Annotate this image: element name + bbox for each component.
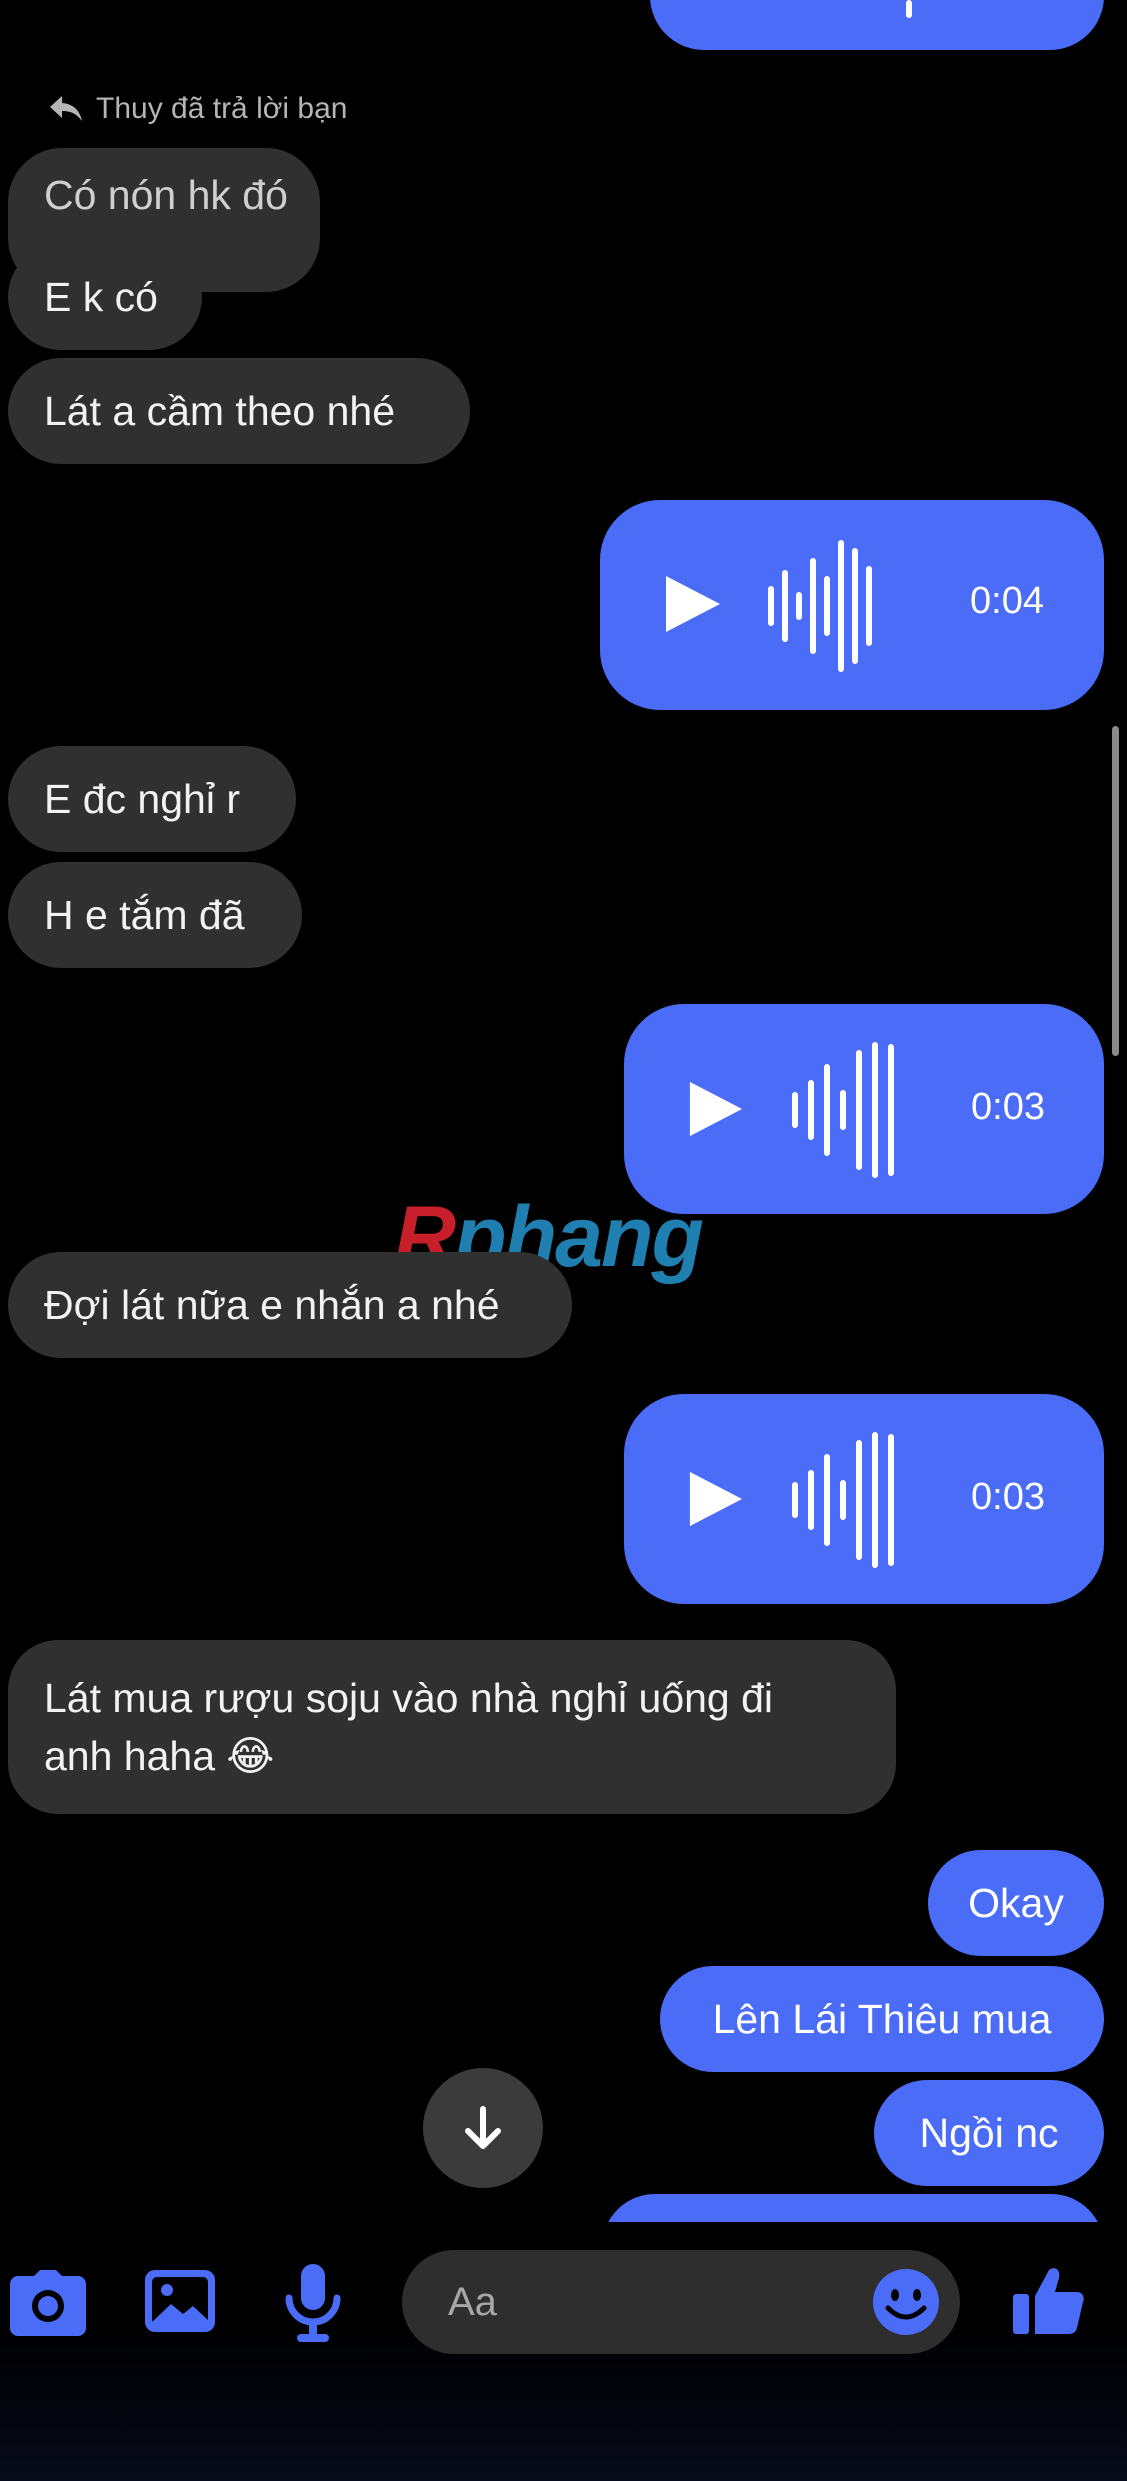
outgoing-voice-message[interactable]: 0:03	[624, 1004, 1104, 1214]
message-text: Lên Lái Thiêu mua	[712, 1995, 1052, 2042]
play-icon[interactable]	[686, 1470, 744, 1528]
voice-duration: 0:04	[970, 580, 1044, 622]
scrollbar[interactable]	[1112, 726, 1119, 1056]
outgoing-voice-message[interactable]: 0:04	[600, 500, 1104, 710]
message-text-line: anh haha 😂	[44, 1732, 275, 1779]
voice-record-button[interactable]	[282, 2262, 344, 2344]
message-text-line: Lát mua rượu soju vào nhà nghỉ uống đi	[44, 1674, 774, 1721]
message-text: Lát a cầm theo nhé	[44, 387, 396, 434]
reply-icon	[50, 96, 82, 121]
outgoing-message[interactable]: Ngồi nc	[874, 2080, 1104, 2186]
play-icon[interactable]	[662, 574, 722, 634]
incoming-message[interactable]: E đc nghỉ r	[8, 746, 296, 852]
waveform-icon	[792, 1042, 894, 1178]
camera-icon	[10, 2270, 86, 2336]
play-icon[interactable]	[686, 1080, 744, 1138]
emoji-icon[interactable]	[872, 2268, 940, 2336]
message-text: Okay	[968, 1879, 1064, 1926]
incoming-message[interactable]: Lát a cầm theo nhé	[8, 358, 470, 464]
outgoing-voice-message-partial[interactable]	[650, 0, 1104, 50]
microphone-icon	[285, 2264, 341, 2342]
message-text: Đợi lát nữa e nhắn a nhé	[44, 1281, 500, 1328]
message-text: E k có	[44, 273, 158, 320]
gallery-button[interactable]	[144, 2266, 216, 2336]
waveform-icon	[792, 1432, 894, 1568]
outgoing-message[interactable]: Lên Lái Thiêu mua	[660, 1966, 1104, 2072]
voice-duration: 0:03	[971, 1476, 1045, 1518]
message-input[interactable]: Aa	[402, 2250, 960, 2354]
image-icon	[145, 2270, 215, 2332]
camera-button[interactable]	[8, 2266, 88, 2340]
waveform-icon	[768, 540, 872, 672]
scroll-to-bottom-button[interactable]	[423, 2068, 543, 2188]
incoming-message[interactable]: Lát mua rượu soju vào nhà nghỉ uống đi a…	[8, 1640, 896, 1814]
message-text: Có nón hk đó	[44, 172, 288, 218]
outgoing-voice-message[interactable]: 0:03	[624, 1394, 1104, 1604]
message-text: Ngồi nc	[919, 2109, 1059, 2156]
incoming-message[interactable]: E k có	[8, 244, 202, 350]
reply-label-text: Thuy đã trả lời bạn	[96, 92, 348, 125]
message-text: E đc nghỉ r	[44, 775, 240, 822]
like-button[interactable]	[1012, 2262, 1086, 2338]
thumbs-up-icon	[1013, 2268, 1084, 2334]
voice-duration: 0:03	[971, 1086, 1045, 1128]
message-input-placeholder: Aa	[448, 2279, 497, 2324]
incoming-message[interactable]: H e tắm đã	[8, 862, 302, 968]
arrow-down-icon	[465, 2106, 501, 2149]
waveform-icon	[906, 0, 912, 18]
incoming-message[interactable]: Đợi lát nữa e nhắn a nhé	[8, 1252, 572, 1358]
message-text: H e tắm đã	[44, 891, 245, 938]
reply-indicator: Thuy đã trả lời bạn	[48, 92, 347, 126]
outgoing-message[interactable]: Okay	[928, 1850, 1104, 1956]
